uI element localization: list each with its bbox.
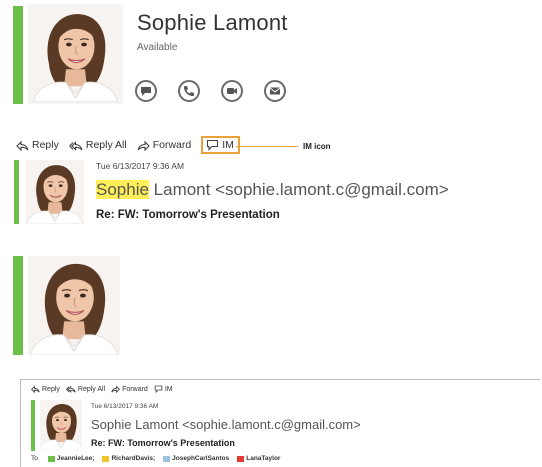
large-avatar [28, 256, 120, 355]
im-label: IM [222, 139, 234, 151]
preview-presence-bar [31, 400, 35, 451]
preview-frame-top [20, 379, 540, 380]
presence-square [47, 455, 55, 462]
reply-all-button[interactable]: Reply All [68, 139, 127, 151]
reply-all-icon [68, 140, 83, 151]
sender-first-highlight: Sophie [96, 180, 149, 199]
reply-all-icon [65, 385, 76, 393]
forward-button[interactable]: Forward [137, 139, 192, 151]
im-toolbar-button[interactable]: IM [201, 136, 240, 154]
preview-reply-all-label: Reply All [77, 385, 106, 393]
preview-reply-button[interactable]: Reply [31, 385, 60, 393]
reply-all-label: Reply All [85, 139, 127, 151]
to-label: To [31, 455, 38, 462]
presence-square [237, 455, 245, 462]
mail-icon [269, 87, 281, 95]
video-button[interactable] [221, 80, 243, 102]
contact-name: Sophie Lamont [137, 10, 288, 35]
callout-line [236, 146, 298, 147]
phone-icon [184, 86, 194, 96]
message-date: Tue 6/13/2017 9:36 AM [96, 161, 185, 171]
callout-label: IM icon [303, 142, 331, 151]
reply-label: Reply [32, 139, 59, 151]
call-button[interactable] [178, 80, 200, 102]
presence-square [163, 455, 171, 462]
sender-rest: Lamont <sophie.lamont.c@gmail.com> [148, 180, 449, 199]
preview-reply-label: Reply [42, 385, 60, 393]
preview-sender-line: Sophie Lamont <sophie.lamont.c@gmail.com… [91, 417, 361, 432]
reply-icon [16, 140, 29, 151]
message-subject: Re: FW: Tomorrow's Presentation [96, 209, 280, 221]
recipient-joseph[interactable]: JosephCarlSantos [163, 455, 229, 462]
sender-avatar [26, 160, 84, 224]
preview-im-button[interactable]: IM [154, 385, 173, 393]
preview-forward-label: Forward [122, 385, 148, 393]
large-presence-bar [13, 256, 23, 355]
preview-frame-left [20, 379, 21, 467]
sender-line: Sophie Lamont <sophie.lamont.c@gmail.com… [96, 180, 449, 200]
video-icon [227, 88, 237, 94]
preview-toolbar: Reply Reply All Forward IM [31, 385, 179, 393]
mail-button[interactable] [264, 80, 286, 102]
im-chat-icon [207, 139, 219, 151]
reply-icon [31, 385, 40, 393]
preview-date: Tue 6/13/2017 9:36 AM [91, 403, 159, 410]
recipient-lana[interactable]: LanaTaylor [237, 455, 280, 462]
contact-status: Available [137, 42, 178, 53]
preview-reply-all-button[interactable]: Reply All [65, 385, 106, 393]
to-row: To JeannieLee; RichardDavis; JosephCarlS… [31, 455, 288, 462]
recipient-jeannie[interactable]: JeannieLee; [47, 455, 94, 462]
forward-label: Forward [152, 139, 192, 151]
presence-square [102, 455, 110, 462]
recipient-richard[interactable]: RichardDavis; [102, 455, 155, 462]
preview-im-label: IM [164, 385, 173, 393]
preview-forward-button[interactable]: Forward [111, 385, 148, 393]
im-chat-icon [154, 385, 163, 393]
preview-avatar [40, 400, 82, 450]
reply-button[interactable]: Reply [16, 139, 59, 151]
message-presence-bar [14, 160, 19, 224]
message-toolbar: Reply Reply All Forward IM [16, 136, 240, 154]
preview-subject: Re: FW: Tomorrow's Presentation [91, 438, 235, 448]
contact-avatar [28, 4, 123, 104]
forward-icon [137, 140, 150, 151]
forward-icon [111, 385, 121, 393]
im-button[interactable] [135, 80, 157, 102]
im-icon [141, 87, 151, 96]
presence-bar [13, 6, 23, 104]
